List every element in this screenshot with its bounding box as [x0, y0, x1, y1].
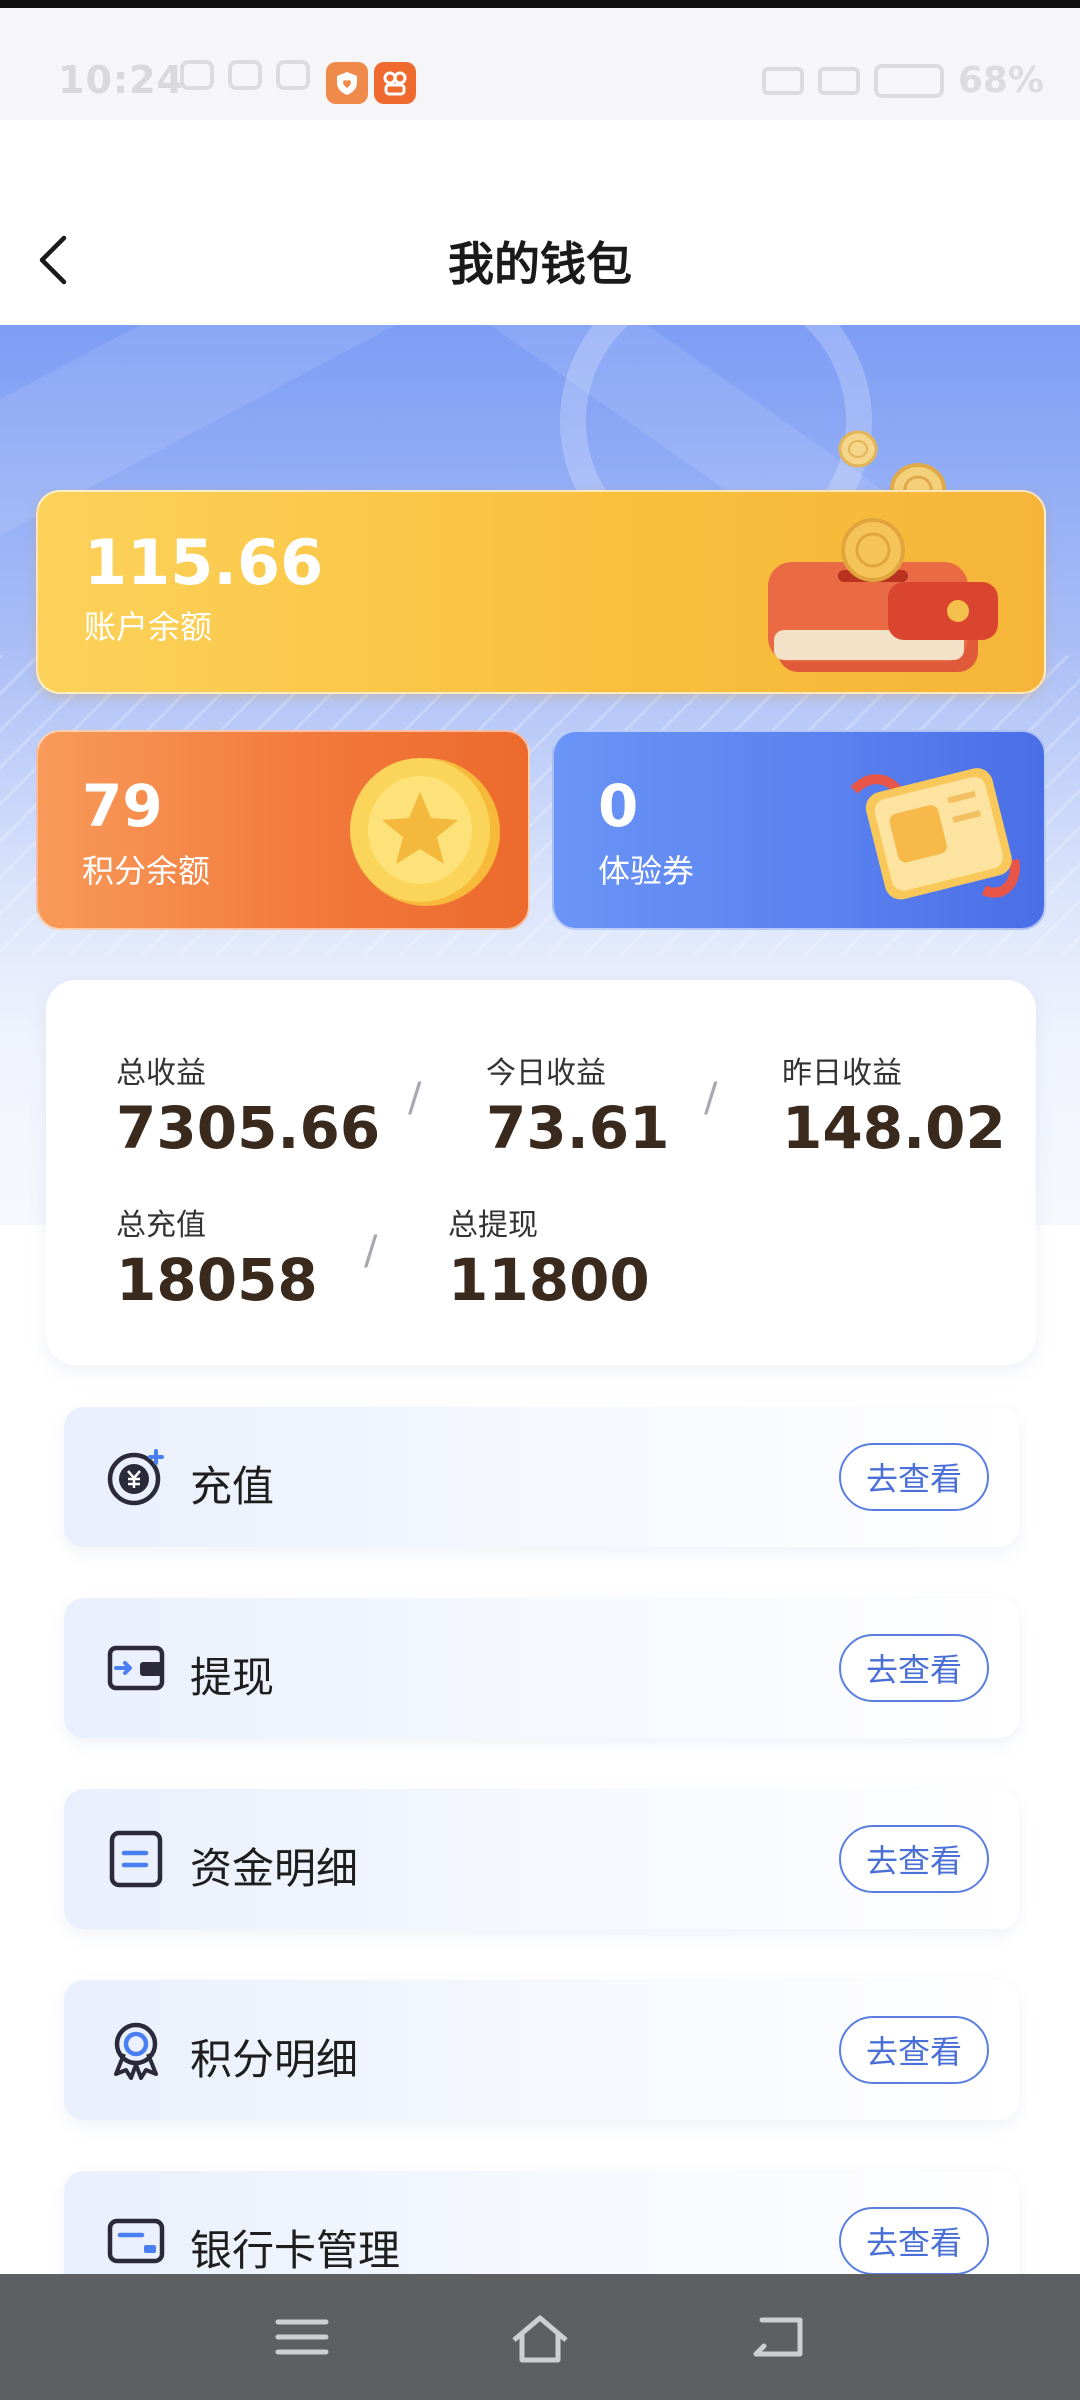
trial-coupon-label: 体验券 — [598, 852, 695, 890]
stat-label: 昨日收益 — [782, 1056, 902, 1091]
view-button[interactable]: 去查看 — [839, 2016, 989, 2084]
star-coin-icon — [350, 758, 500, 906]
stat-today-income: 今日收益 73.61 — [486, 1048, 669, 1162]
menu-item-label: 充值 — [190, 1462, 275, 1511]
trial-coupon-card[interactable]: 0 体验券 — [552, 730, 1046, 930]
stat-label: 总收益 — [116, 1056, 206, 1091]
menu-item-label: 积分明细 — [190, 2035, 359, 2084]
stat-separator: / — [704, 1075, 718, 1121]
wifi-icon — [817, 66, 860, 95]
points-balance-card[interactable]: 79 积分余额 — [36, 730, 530, 930]
points-balance-label: 积分余额 — [82, 852, 211, 890]
stat-value: 11800 — [448, 1246, 650, 1314]
stat-total-recharge: 总充值 18058 — [116, 1200, 318, 1314]
stat-separator: / — [408, 1075, 422, 1121]
account-balance-card[interactable]: 115.66 账户余额 — [36, 490, 1046, 694]
points-balance-value: 79 — [82, 772, 163, 840]
account-balance-value: 115.66 — [84, 526, 324, 599]
coupon-ticket-icon — [850, 768, 1020, 900]
shield-heart-app-icon — [326, 62, 368, 104]
system-nav-bar — [0, 2274, 1080, 2400]
view-button[interactable]: 去查看 — [839, 1634, 989, 1702]
home-icon[interactable] — [508, 2314, 572, 2364]
page-title: 我的钱包 — [448, 237, 632, 291]
signal-icon — [761, 66, 804, 95]
battery-percent: 68% — [957, 60, 1044, 101]
menu-item-label: 资金明细 — [190, 1844, 359, 1893]
back-return-icon[interactable] — [748, 2314, 808, 2360]
eye-icon — [228, 60, 262, 90]
stat-total-withdraw: 总提现 11800 — [448, 1200, 650, 1314]
menu-item-points-details[interactable]: 积分明细 去查看 — [64, 1980, 1019, 2120]
document-icon — [109, 1830, 163, 1888]
app-grid-icon — [374, 62, 416, 104]
stat-label: 总充值 — [116, 1208, 206, 1243]
stat-label: 总提现 — [448, 1208, 538, 1243]
stat-value: 7305.66 — [116, 1094, 381, 1162]
menu-item-label: 银行卡管理 — [190, 2226, 401, 2275]
yuan-coin-icon — [107, 1449, 164, 1506]
stat-value: 148.02 — [782, 1094, 1006, 1162]
stat-separator: / — [364, 1228, 378, 1274]
view-button[interactable]: 去查看 — [839, 2207, 989, 2275]
menu-item-fund-details[interactable]: 资金明细 去查看 — [64, 1789, 1019, 1929]
status-icons-right: 68% — [761, 60, 1044, 101]
notification-icon — [180, 60, 214, 90]
stat-total-income: 总收益 7305.66 — [116, 1048, 380, 1162]
wallet-transfer-icon — [107, 1645, 165, 1691]
trial-coupon-value: 0 — [598, 772, 639, 840]
medal-icon — [114, 2022, 158, 2080]
status-bar: 10:24 68% — [0, 8, 1080, 120]
bank-card-icon — [107, 2218, 165, 2264]
stat-label: 今日收益 — [486, 1056, 606, 1091]
stat-value: 73.61 — [486, 1094, 670, 1162]
view-button[interactable]: 去查看 — [839, 1825, 989, 1893]
battery-icon — [873, 63, 944, 98]
top-edge — [0, 0, 1080, 8]
menu-item-label: 提现 — [190, 1653, 275, 1702]
stat-yesterday-income: 昨日收益 148.02 — [782, 1048, 1006, 1162]
wallet-icon — [768, 518, 998, 672]
square-icon — [276, 60, 310, 90]
menu-item-recharge[interactable]: 充值 去查看 — [64, 1407, 1019, 1547]
income-stats-card: 总收益 7305.66 / 今日收益 73.61 / 昨日收益 148.02 总… — [46, 980, 1036, 1365]
account-balance-label: 账户余额 — [84, 608, 213, 646]
view-button[interactable]: 去查看 — [839, 1443, 989, 1511]
status-time: 10:24 — [58, 58, 184, 102]
nav-bar — [0, 120, 1080, 325]
menu-item-withdraw[interactable]: 提现 去查看 — [64, 1598, 1019, 1738]
status-icons-left — [180, 60, 310, 90]
stat-value: 18058 — [116, 1246, 318, 1314]
menu-lines-icon[interactable] — [274, 2314, 330, 2360]
